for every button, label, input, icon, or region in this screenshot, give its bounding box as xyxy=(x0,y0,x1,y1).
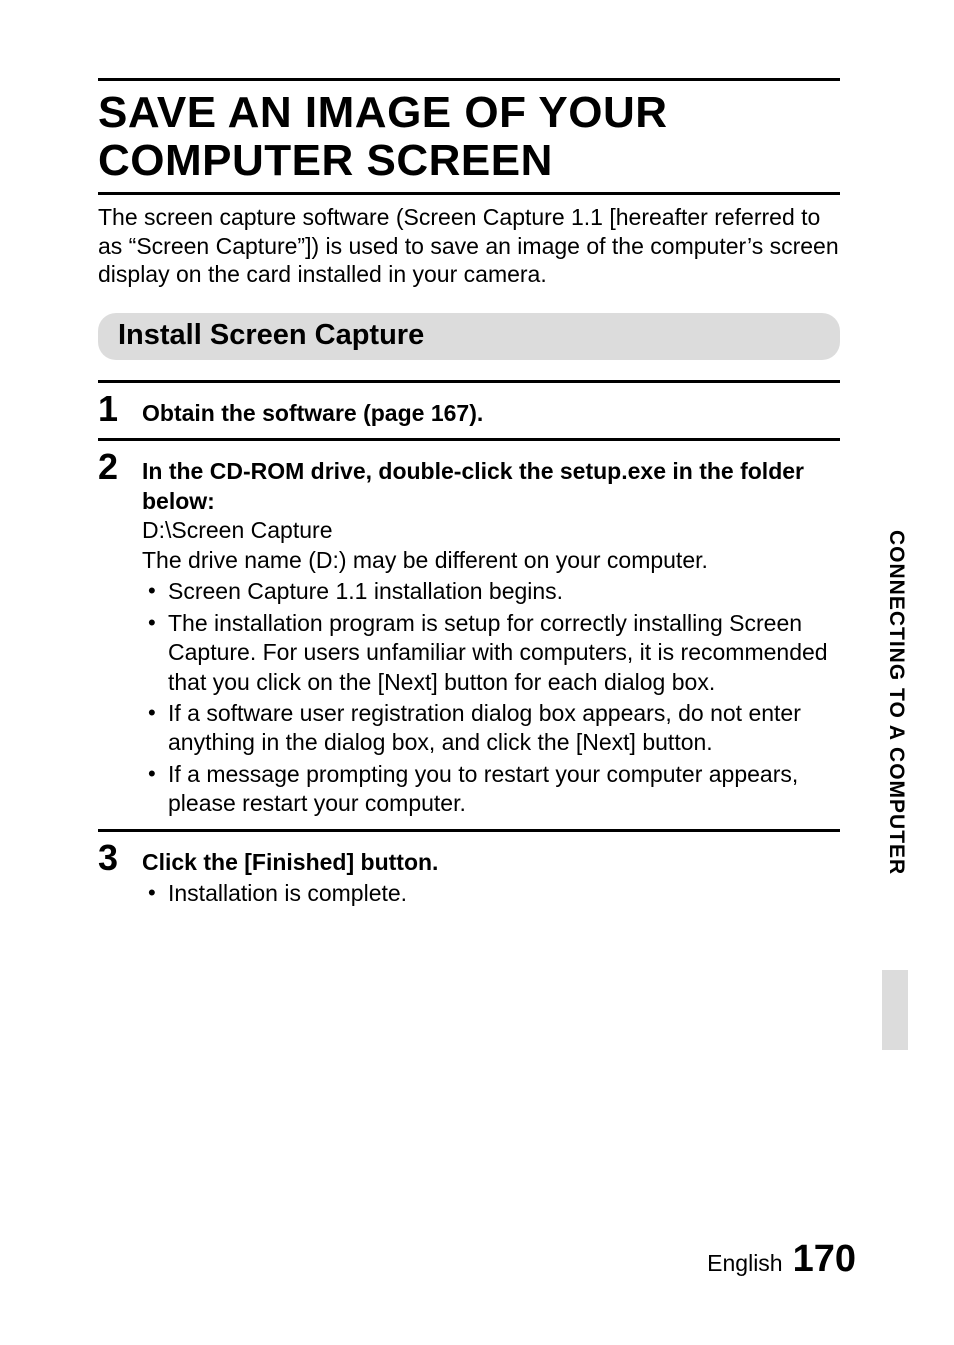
list-item: The installation program is setup for co… xyxy=(142,609,840,697)
step-number: 3 xyxy=(98,840,128,876)
list-item: Screen Capture 1.1 installation begins. xyxy=(142,577,840,606)
step-note: The drive name (D:) may be different on … xyxy=(142,546,840,575)
step-1: 1 Obtain the software (page 167). xyxy=(98,387,840,428)
list-item: If a software user registration dialog b… xyxy=(142,699,840,758)
step-separator xyxy=(98,380,840,383)
list-item: If a message prompting you to restart yo… xyxy=(142,760,840,819)
footer-page-number: 170 xyxy=(793,1238,856,1281)
step-heading: Click the [Finished] button. xyxy=(142,848,840,877)
list-item: Installation is complete. xyxy=(142,879,840,908)
step-heading: In the CD-ROM drive, double-click the se… xyxy=(142,457,840,516)
page-footer: English 170 xyxy=(707,1238,856,1281)
step-number: 1 xyxy=(98,391,128,427)
rule-under-title xyxy=(98,192,840,195)
side-tab-label: CONNECTING TO A COMPUTER xyxy=(884,530,908,875)
step-number: 2 xyxy=(98,449,128,485)
rule-top xyxy=(98,78,840,81)
intro-paragraph: The screen capture software (Screen Capt… xyxy=(98,203,840,289)
section-heading-band: Install Screen Capture xyxy=(98,313,840,360)
step-2: 2 In the CD-ROM drive, double-click the … xyxy=(98,445,840,818)
step-body: In the CD-ROM drive, double-click the se… xyxy=(142,449,840,818)
step-path: D:\Screen Capture xyxy=(142,516,840,545)
footer-language: English xyxy=(707,1250,782,1277)
step-bullets: Screen Capture 1.1 installation begins. … xyxy=(142,577,840,819)
step-heading: Obtain the software (page 167). xyxy=(142,400,483,426)
step-separator xyxy=(98,438,840,441)
section-heading: Install Screen Capture xyxy=(118,319,820,352)
side-tab-block xyxy=(882,970,908,1050)
step-3: 3 Click the [Finished] button. Installat… xyxy=(98,836,840,909)
step-separator xyxy=(98,829,840,832)
page-title: SAVE AN IMAGE OF YOUR COMPUTER SCREEN xyxy=(98,87,840,192)
steps-list: 1 Obtain the software (page 167). 2 In t… xyxy=(98,380,840,909)
page-content: SAVE AN IMAGE OF YOUR COMPUTER SCREEN Th… xyxy=(98,78,840,909)
step-body: Obtain the software (page 167). xyxy=(142,391,840,428)
step-bullets: Installation is complete. xyxy=(142,879,840,908)
step-body: Click the [Finished] button. Installatio… xyxy=(142,840,840,909)
